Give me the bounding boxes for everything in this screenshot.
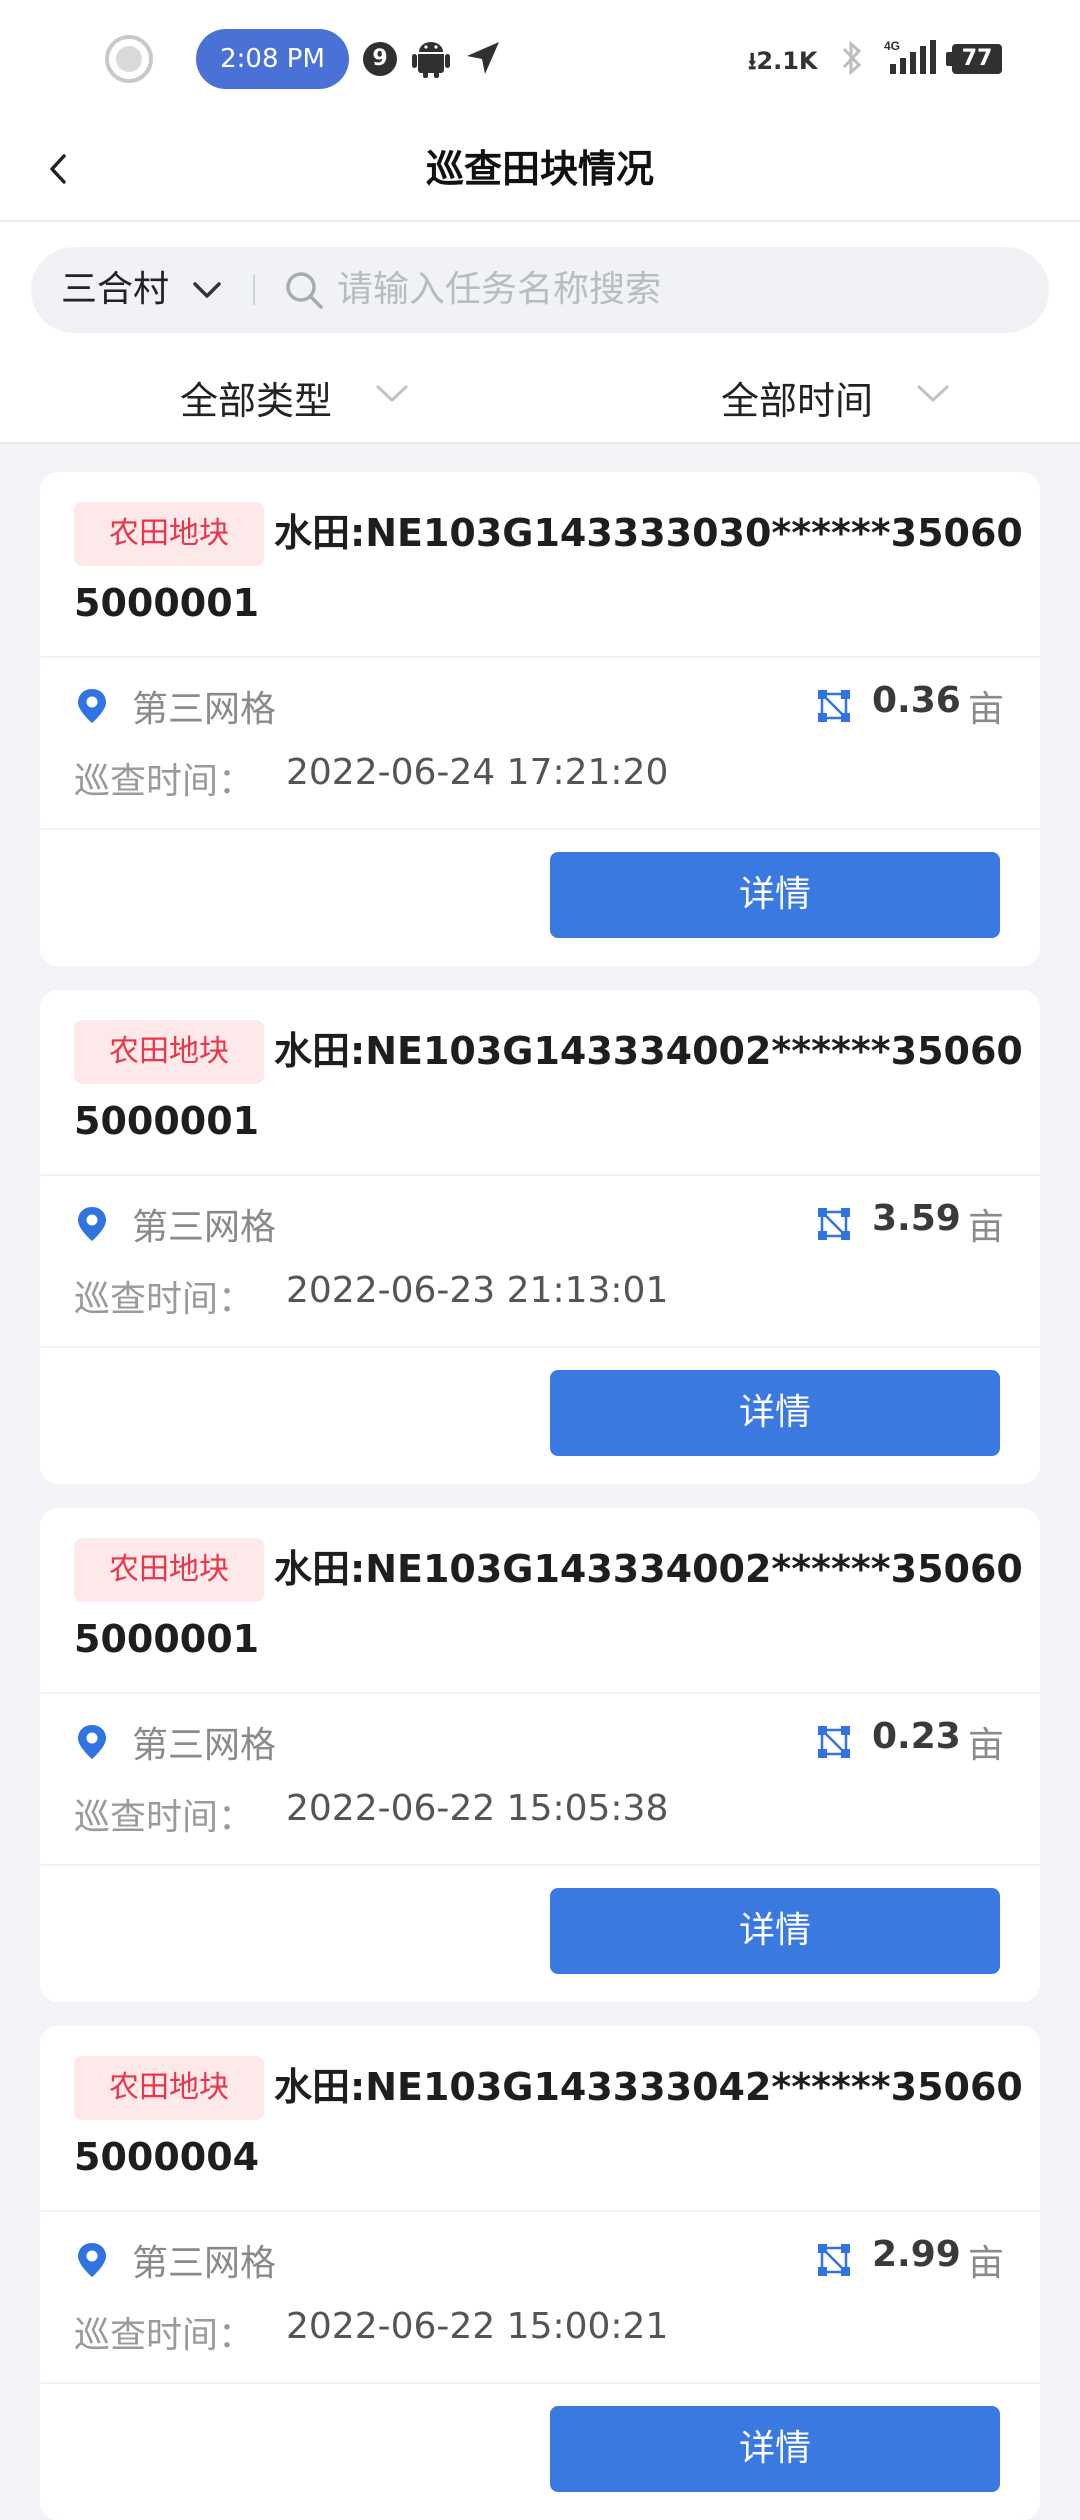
location-pin-icon bbox=[78, 689, 106, 723]
field-title: 水田:NE103G143334002******350605000001 bbox=[74, 1029, 1023, 1143]
svg-text:4G: 4G bbox=[884, 39, 900, 53]
detail-button[interactable]: 详情 bbox=[550, 1370, 1000, 1456]
search-bar[interactable]: 三合村 请输入任务名称搜索 bbox=[31, 247, 1049, 333]
field-title: 水田:NE103G143333030******350605000001 bbox=[74, 511, 1023, 625]
grid-name: 第三网格 bbox=[132, 689, 277, 730]
signal-icon: 4G bbox=[884, 39, 936, 74]
android-icon bbox=[412, 42, 450, 78]
field-record-card: 农田地块 水田:NE103G143333030******35060500000… bbox=[40, 472, 1040, 966]
field-record-card: 农田地块 水田:NE103G143334002******35060500000… bbox=[40, 1508, 1040, 2002]
area-unit: 亩 bbox=[968, 1207, 1005, 1248]
inspection-time-value: 2022-06-24 17:21:20 bbox=[286, 752, 669, 793]
status-time: 2:08 PM bbox=[196, 29, 349, 89]
area-measure-icon bbox=[818, 1208, 850, 1240]
inspection-time-label: 巡查时间： bbox=[74, 1279, 255, 1320]
inspection-time-label: 巡查时间： bbox=[74, 761, 255, 802]
card-divider bbox=[40, 1692, 1040, 1694]
inspection-time-value: 2022-06-22 15:00:21 bbox=[286, 2306, 669, 2347]
search-divider bbox=[253, 275, 255, 305]
inspection-time-value: 2022-06-22 15:05:38 bbox=[286, 1788, 669, 1829]
inspection-time-value: 2022-06-23 21:13:01 bbox=[286, 1270, 669, 1311]
time-filter-dropdown[interactable]: 全部时间 bbox=[721, 370, 873, 425]
page-title: 巡查田块情况 bbox=[425, 147, 654, 191]
area-value: 3.59 bbox=[872, 1198, 961, 1239]
location-pin-icon bbox=[78, 1725, 106, 1759]
village-selector[interactable]: 三合村 bbox=[61, 247, 169, 333]
area-measure-icon bbox=[818, 2244, 850, 2276]
filter-bar: 三合村 请输入任务名称搜索 全部类型 全部时间 bbox=[0, 222, 1080, 444]
card-divider bbox=[40, 1346, 1040, 1348]
area-unit: 亩 bbox=[968, 1725, 1005, 1766]
notification-count-badge: 9 bbox=[363, 42, 397, 76]
network-speed: ⭳2.1K bbox=[748, 47, 818, 75]
detail-button[interactable]: 详情 bbox=[550, 2406, 1000, 2492]
field-title: 水田:NE103G143334002******350605000001 bbox=[74, 1547, 1023, 1661]
inspection-time-label: 巡查时间： bbox=[74, 1797, 255, 1838]
type-filter-dropdown[interactable]: 全部类型 bbox=[180, 370, 332, 425]
card-divider bbox=[40, 828, 1040, 830]
chevron-down-icon[interactable] bbox=[915, 382, 951, 404]
location-pin-icon bbox=[78, 2243, 106, 2277]
battery-level: 77 bbox=[946, 44, 1002, 74]
area-value: 2.99 bbox=[872, 2234, 961, 2275]
detail-button[interactable]: 详情 bbox=[550, 852, 1000, 938]
search-input[interactable]: 请输入任务名称搜索 bbox=[337, 247, 661, 333]
field-record-card: 农田地块 水田:NE103G143333042******35060500000… bbox=[40, 2026, 1040, 2520]
chevron-down-icon[interactable] bbox=[191, 275, 223, 305]
inspection-time-label: 巡查时间： bbox=[74, 2315, 255, 2356]
field-title: 水田:NE103G143333042******350605000004 bbox=[74, 2065, 1023, 2179]
card-divider bbox=[40, 1174, 1040, 1176]
navigation-arrow-icon bbox=[467, 42, 499, 74]
location-pin-icon bbox=[78, 1207, 106, 1241]
area-unit: 亩 bbox=[968, 689, 1005, 730]
area-measure-icon bbox=[818, 1726, 850, 1758]
bluetooth-icon bbox=[842, 40, 862, 76]
search-icon bbox=[286, 272, 323, 309]
area-value: 0.36 bbox=[872, 680, 961, 721]
area-unit: 亩 bbox=[968, 2243, 1005, 2284]
field-record-card: 农田地块 水田:NE103G143334002******35060500000… bbox=[40, 990, 1040, 1484]
grid-name: 第三网格 bbox=[132, 1725, 277, 1766]
chevron-down-icon[interactable] bbox=[374, 382, 410, 404]
status-bar: 2:08 PM 9 ⭳2.1K 4G 77 bbox=[0, 0, 1080, 118]
card-divider bbox=[40, 2210, 1040, 2212]
grid-name: 第三网格 bbox=[132, 2243, 277, 2284]
area-measure-icon bbox=[818, 690, 850, 722]
card-divider bbox=[40, 1864, 1040, 1866]
record-indicator-icon bbox=[105, 35, 153, 83]
detail-button[interactable]: 详情 bbox=[550, 1888, 1000, 1974]
grid-name: 第三网格 bbox=[132, 1207, 277, 1248]
card-divider bbox=[40, 656, 1040, 658]
card-divider bbox=[40, 2382, 1040, 2384]
area-value: 0.23 bbox=[872, 1716, 961, 1757]
app-header: 巡查田块情况 bbox=[0, 118, 1080, 222]
